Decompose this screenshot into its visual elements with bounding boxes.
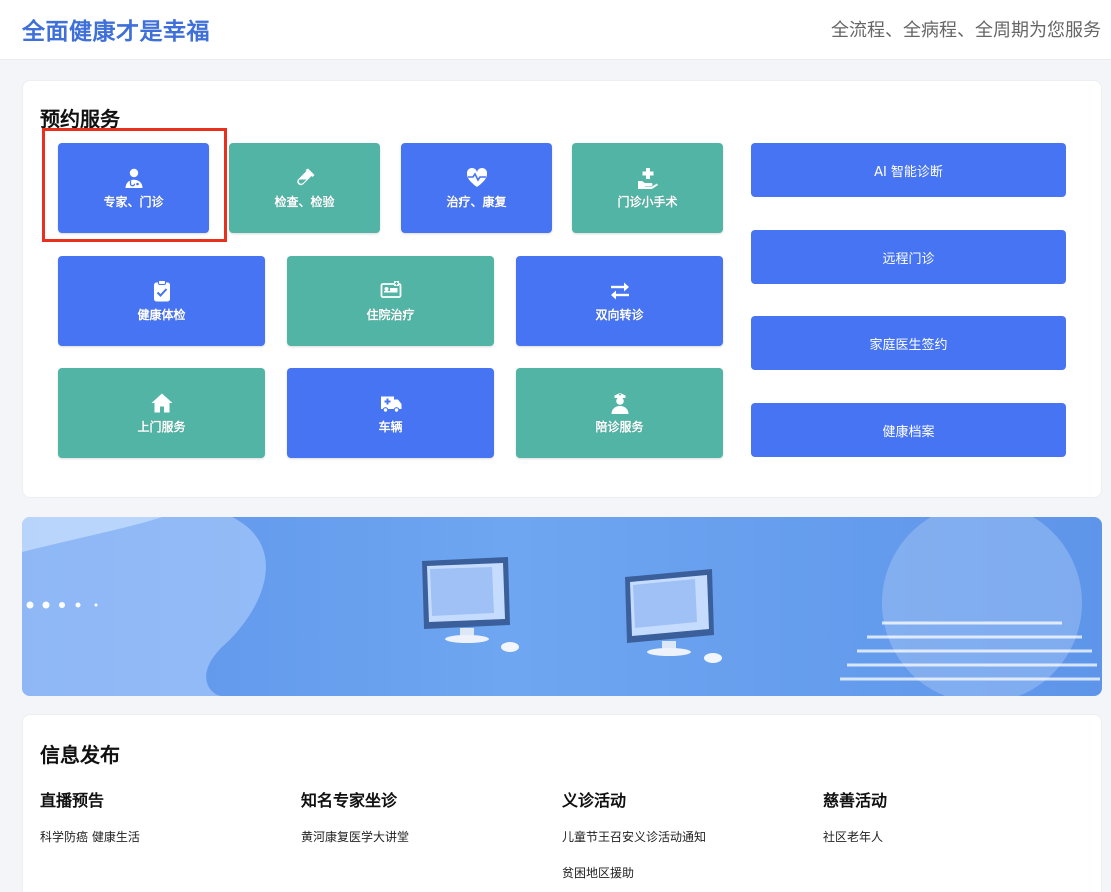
info-column-free-clinic: 义诊活动 儿童节王召安义诊活动通知 贫困地区援助 bbox=[562, 787, 812, 892]
tile-label: 健康体检 bbox=[137, 308, 186, 322]
list-item[interactable]: 社区老年人 bbox=[823, 829, 1073, 865]
brand-title: 全面健康才是幸福 bbox=[22, 19, 210, 45]
computer-monitor-left bbox=[422, 557, 519, 652]
tile-label: 上门服务 bbox=[137, 420, 186, 434]
tile-health-checkup[interactable]: 健康体检 bbox=[58, 256, 265, 346]
top-header: 全面健康才是幸福 全流程、全病程、全周期为您服务 bbox=[0, 0, 1111, 60]
nurse-icon bbox=[611, 393, 628, 414]
column-title: 知名专家坐诊 bbox=[301, 791, 398, 810]
column-title: 义诊活动 bbox=[562, 791, 627, 810]
tile-treatment-rehab[interactable]: 治疗、康复 bbox=[401, 143, 552, 233]
exchange-arrows-icon bbox=[610, 282, 629, 300]
ambulance-icon bbox=[380, 396, 401, 413]
tile-label: 专家、门诊 bbox=[103, 195, 164, 209]
tile-exam-test[interactable]: 检查、检验 bbox=[229, 143, 380, 233]
list-item[interactable]: 黄河康复医学大讲堂 bbox=[301, 829, 551, 865]
info-column-live: 直播预告 科学防癌 健康生活 bbox=[40, 787, 290, 865]
list-item[interactable]: 贫困地区援助 bbox=[562, 865, 812, 892]
tile-minor-surgery[interactable]: 门诊小手术 bbox=[572, 143, 723, 233]
column-title: 直播预告 bbox=[40, 791, 105, 810]
info-section-title: 信息发布 bbox=[40, 743, 120, 767]
tile-label: 检查、检验 bbox=[274, 195, 335, 209]
banner-illustration bbox=[22, 517, 1100, 696]
tile-expert-clinic[interactable]: 专家、门诊 bbox=[58, 143, 209, 233]
hospital-bed-icon bbox=[380, 281, 401, 298]
tile-label: 陪诊服务 bbox=[595, 420, 644, 434]
test-tube-icon bbox=[296, 168, 314, 186]
appointment-section-title: 预约服务 bbox=[40, 107, 120, 131]
clipboard-check-icon bbox=[153, 280, 170, 302]
info-column-experts: 知名专家坐诊 黄河康复医学大讲堂 bbox=[301, 787, 551, 865]
tile-label: 门诊小手术 bbox=[617, 195, 678, 209]
tile-two-way-referral[interactable]: 双向转诊 bbox=[516, 256, 723, 346]
computer-monitor-right bbox=[625, 569, 722, 663]
header-slogan: 全流程、全病程、全周期为您服务 bbox=[831, 20, 1101, 41]
info-publishing-card: 信息发布 直播预告 科学防癌 健康生活 知名专家坐诊 黄河康复医学大讲堂 义诊活… bbox=[22, 714, 1102, 892]
health-record-button[interactable]: 健康档案 bbox=[751, 403, 1066, 457]
tile-label: 双向转诊 bbox=[595, 308, 644, 322]
heartbeat-icon bbox=[466, 168, 487, 187]
tile-vehicle[interactable]: 车辆 bbox=[287, 368, 494, 458]
family-doctor-button[interactable]: 家庭医生签约 bbox=[751, 316, 1066, 370]
tile-label: 车辆 bbox=[378, 420, 403, 434]
tile-home-service[interactable]: 上门服务 bbox=[58, 368, 265, 458]
tile-label: 治疗、康复 bbox=[446, 195, 507, 209]
medical-hand-icon bbox=[637, 168, 658, 189]
column-title: 慈善活动 bbox=[823, 791, 888, 810]
tile-escort-service[interactable]: 陪诊服务 bbox=[516, 368, 723, 458]
remote-clinic-button[interactable]: 远程门诊 bbox=[751, 230, 1066, 284]
tile-inpatient[interactable]: 住院治疗 bbox=[287, 256, 494, 346]
list-item[interactable]: 科学防癌 健康生活 bbox=[40, 829, 290, 865]
info-column-charity: 慈善活动 社区老年人 bbox=[823, 787, 1073, 865]
home-icon bbox=[151, 393, 172, 413]
tile-label: 住院治疗 bbox=[366, 308, 415, 322]
doctor-icon bbox=[125, 168, 142, 188]
ai-diagnosis-button[interactable]: AI 智能诊断 bbox=[751, 143, 1066, 197]
promo-banner bbox=[22, 517, 1102, 696]
list-item[interactable]: 儿童节王召安义诊活动通知 bbox=[562, 829, 812, 865]
